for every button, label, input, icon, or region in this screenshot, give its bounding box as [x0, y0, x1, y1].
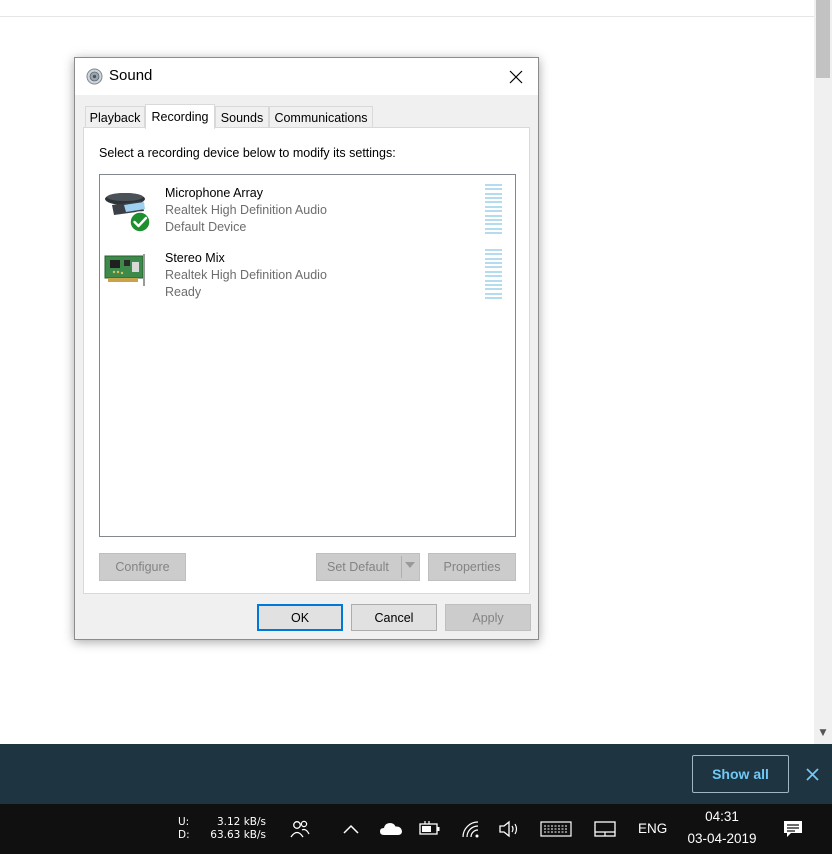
device-driver: Realtek High Definition Audio — [165, 268, 327, 282]
tab-sounds[interactable]: Sounds — [215, 106, 269, 128]
download-speed: 63.63 kB/s — [210, 829, 266, 841]
tab-label: Playback — [89, 110, 141, 125]
apply-button[interactable]: Apply — [445, 604, 531, 631]
button-label: Configure — [115, 560, 170, 574]
onedrive-cloud-icon[interactable] — [379, 817, 403, 841]
button-label: Apply — [472, 610, 504, 625]
set-default-button[interactable]: Set Default — [316, 553, 420, 581]
close-button[interactable] — [493, 58, 538, 95]
people-icon[interactable] — [288, 817, 312, 841]
split-divider — [401, 556, 402, 578]
device-row-microphone-array[interactable]: Microphone Array Realtek High Definition… — [100, 175, 515, 235]
close-icon — [509, 70, 522, 83]
scroll-down-arrow-icon[interactable]: ▼ — [814, 724, 832, 742]
show-all-button[interactable]: Show all — [692, 755, 789, 793]
chevron-up-icon[interactable] — [339, 817, 363, 841]
button-label: Properties — [443, 560, 501, 574]
vertical-scrollbar[interactable] — [814, 0, 832, 744]
network-speed-values: 3.12 kB/s 63.63 kB/s — [198, 816, 266, 842]
cancel-button[interactable]: Cancel — [351, 604, 437, 631]
configure-button[interactable]: Configure — [99, 553, 186, 581]
tab-label: Sounds — [220, 110, 264, 125]
button-label: Show all — [712, 766, 769, 782]
sound-card-icon — [104, 254, 145, 286]
volume-icon[interactable] — [498, 817, 522, 841]
device-driver: Realtek High Definition Audio — [165, 203, 327, 217]
tablet-icon[interactable] — [593, 817, 617, 841]
scrollbar-thumb[interactable] — [816, 0, 830, 78]
notification-bar: Show all — [0, 744, 832, 804]
sound-dialog: Sound Playback Recording Sounds Communic… — [74, 57, 539, 640]
device-row-stereo-mix[interactable]: Stereo Mix Realtek High Definition Audio… — [100, 240, 515, 300]
ok-button[interactable]: OK — [257, 604, 343, 631]
upload-speed: 3.12 kB/s — [216, 816, 266, 828]
page-divider — [0, 16, 814, 17]
tab-communications[interactable]: Communications — [269, 106, 373, 128]
device-status: Default Device — [165, 220, 247, 234]
button-label: Cancel — [374, 610, 414, 625]
instruction-text: Select a recording device below to modif… — [99, 146, 396, 160]
level-meter — [485, 249, 502, 299]
network-speed-labels: U: D: — [178, 816, 190, 842]
clock-date[interactable]: 03-04-2019 — [680, 831, 764, 846]
speaker-icon — [86, 68, 103, 85]
wifi-icon[interactable] — [459, 817, 483, 841]
device-list[interactable]: Microphone Array Realtek High Definition… — [99, 174, 516, 537]
notification-close-button[interactable] — [800, 762, 824, 786]
tab-playback[interactable]: Playback — [85, 106, 145, 128]
dialog-title: Sound — [109, 67, 153, 84]
level-meter — [485, 184, 502, 234]
dialog-titlebar[interactable]: Sound — [75, 58, 538, 95]
properties-button[interactable]: Properties — [428, 553, 516, 581]
device-status: Ready — [165, 285, 202, 299]
tab-label: Recording — [151, 110, 209, 124]
keyboard-icon[interactable] — [540, 817, 572, 841]
notification-icon[interactable] — [781, 817, 805, 841]
close-icon — [805, 767, 819, 781]
tab-recording[interactable]: Recording — [145, 104, 215, 129]
clock-time[interactable]: 04:31 — [684, 809, 760, 824]
upload-label: U: — [178, 816, 190, 828]
device-name: Stereo Mix — [165, 251, 225, 265]
download-label: D: — [178, 829, 190, 841]
chevron-down-icon[interactable] — [405, 562, 415, 568]
button-label: Set Default — [327, 560, 389, 574]
recording-panel: Select a recording device below to modif… — [83, 127, 530, 594]
microphone-array-icon — [105, 193, 151, 233]
button-label: OK — [290, 610, 310, 625]
battery-icon[interactable] — [418, 817, 442, 841]
device-name: Microphone Array — [165, 186, 263, 200]
language-indicator[interactable]: ENG — [638, 821, 667, 836]
taskbar: U: D: 3.12 kB/s 63.63 kB/s ENG 04:31 03-… — [0, 804, 832, 854]
tab-label: Communications — [274, 110, 368, 125]
